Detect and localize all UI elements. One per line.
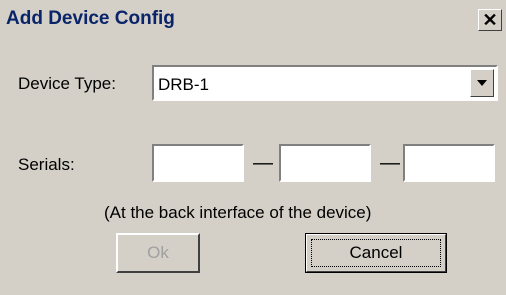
serial-field-1[interactable] bbox=[152, 144, 244, 182]
device-type-label: Device Type: bbox=[18, 74, 116, 93]
device-type-value: DRB-1 bbox=[158, 75, 210, 94]
chevron-down-icon bbox=[477, 80, 487, 86]
title-bar: Add Device Config ✕ bbox=[0, 0, 506, 40]
serial-separator-1: — bbox=[253, 152, 273, 174]
serial-field-2[interactable] bbox=[279, 144, 371, 182]
cancel-button-label: Cancel bbox=[349, 243, 403, 262]
close-icon: ✕ bbox=[482, 9, 498, 30]
add-device-config-dialog: Add Device Config ✕ Device Type: DRB-1 S… bbox=[0, 0, 506, 295]
ok-button-label: Ok bbox=[147, 243, 169, 262]
serial-field-3[interactable] bbox=[403, 144, 495, 182]
serials-label: Serials: bbox=[18, 155, 75, 174]
dropdown-button[interactable] bbox=[470, 69, 494, 97]
close-button[interactable]: ✕ bbox=[478, 9, 502, 31]
serial-separator-2: — bbox=[380, 152, 400, 174]
device-type-select[interactable]: DRB-1 bbox=[152, 65, 498, 101]
serials-hint: (At the back interface of the device) bbox=[104, 203, 372, 222]
ok-button[interactable]: Ok bbox=[116, 233, 200, 273]
cancel-button[interactable]: Cancel bbox=[305, 233, 447, 273]
window-title: Add Device Config bbox=[6, 8, 175, 29]
